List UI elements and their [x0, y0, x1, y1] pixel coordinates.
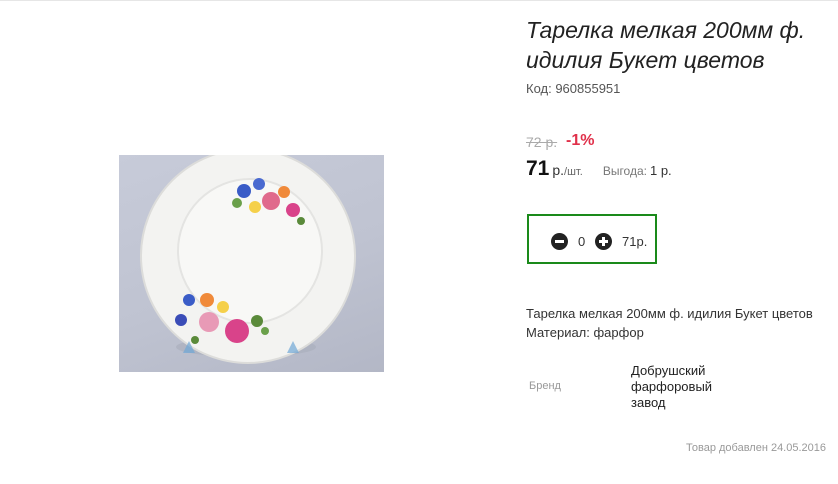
old-price: 72 р.	[526, 134, 558, 150]
price-row: 71 р./шт. Выгода: 1 р.	[526, 157, 672, 181]
quantity-stepper: 0 71р.	[527, 214, 657, 264]
product-image[interactable]	[119, 155, 384, 372]
price-currency: р.	[552, 162, 565, 178]
savings-value: 1 р.	[649, 163, 672, 178]
description-line: Тарелка мелкая 200мм ф. идилия Букет цве…	[526, 306, 813, 321]
plate-illustration	[140, 155, 356, 364]
added-date: Товар добавлен 24.05.2016	[686, 442, 827, 454]
discount-badge: -1%	[566, 132, 595, 149]
current-price: 71	[526, 157, 550, 180]
material-line: Материал: фарфор	[526, 325, 644, 340]
plus-icon[interactable]	[595, 233, 612, 250]
price-per-unit: /шт.	[564, 166, 583, 178]
product-description: Тарелка мелкая 200мм ф. идилия Букет цве…	[526, 304, 813, 342]
top-divider	[0, 0, 838, 1]
product-code: Код: 960855951	[526, 81, 621, 96]
quantity-value: 0	[578, 234, 586, 249]
brand-value[interactable]: Добрушский фарфоровый завод	[631, 363, 741, 411]
quantity-sum: 71р.	[622, 234, 648, 249]
minus-icon[interactable]	[551, 233, 568, 250]
savings-label: Выгода:	[602, 164, 647, 178]
brand-label: Бренд	[529, 380, 561, 392]
price-unit: р./шт.	[552, 162, 582, 178]
product-title: Тарелка мелкая 200мм ф. идилия Букет цве…	[526, 17, 806, 73]
